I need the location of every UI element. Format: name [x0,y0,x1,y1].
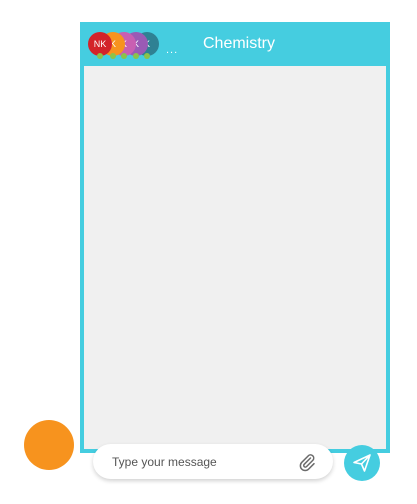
avatar-initials: NK [93,39,107,49]
online-status-dot [97,53,103,59]
chat-launcher-button[interactable] [24,420,74,470]
avatar[interactable]: NK [88,32,112,59]
participant-avatars[interactable]: NK K K K K ... [88,32,177,59]
online-status-dot [133,53,139,59]
paper-plane-icon [353,454,371,472]
message-input[interactable] [112,452,292,472]
send-button[interactable] [344,445,380,481]
paperclip-icon[interactable] [298,452,316,472]
online-status-dot [110,53,116,59]
message-composer [93,444,333,479]
online-status-dot [144,53,150,59]
chat-header: NK K K K K ... Chemistry [80,22,390,66]
chat-window: NK K K K K ... Chemistry [80,22,390,481]
more-participants-indicator[interactable]: ... [166,44,178,56]
online-status-dot [121,53,127,59]
messages-area [84,66,386,481]
chat-title: Chemistry [203,35,276,52]
